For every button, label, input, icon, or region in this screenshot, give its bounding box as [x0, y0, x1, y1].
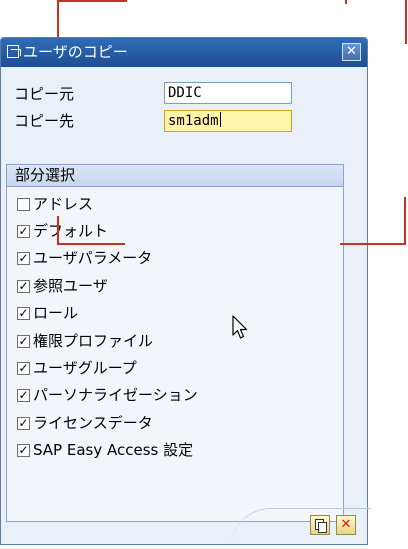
target-user-field[interactable]: sm1adm — [164, 110, 292, 132]
checkbox-label: ロール — [33, 304, 79, 322]
checkbox[interactable] — [17, 198, 30, 211]
checkbox-label: アドレス — [33, 195, 94, 213]
checkbox[interactable]: ✓ — [17, 252, 30, 265]
checkbox-label: 参照ユーザ — [33, 277, 108, 295]
checkbox[interactable]: ✓ — [17, 417, 30, 430]
target-label: コピー先 — [14, 112, 75, 130]
checkbox-label: デフォルト — [33, 222, 109, 240]
checkbox[interactable]: ✓ — [17, 362, 30, 375]
target-user-value: sm1adm — [168, 113, 219, 129]
source-user-value: DDIC — [168, 85, 202, 101]
close-icon: ✕ — [346, 44, 357, 59]
annotation-line — [404, 197, 406, 245]
source-label: コピー元 — [14, 85, 75, 103]
checkbox-label: SAP Easy Access 設定 — [33, 441, 194, 459]
annotation-line — [405, 0, 407, 44]
cancel-button[interactable]: ✕ — [336, 515, 356, 535]
copy-button[interactable] — [310, 515, 330, 535]
checkbox[interactable]: ✓ — [17, 280, 30, 293]
checkbox[interactable]: ✓ — [17, 225, 30, 238]
source-user-field[interactable]: DDIC — [164, 82, 292, 104]
annotation-line — [57, 0, 127, 2]
dialog-title: ユーザのコピー — [23, 43, 128, 61]
annotation-line — [345, 0, 347, 4]
copy-user-dialog: ユーザのコピー ✕ コピー元 DDIC コピー先 sm1adm 部分選択 アドレ… — [0, 37, 371, 545]
annotation-line — [340, 243, 406, 245]
window-icon — [7, 45, 21, 58]
copy-icon-back — [318, 522, 327, 533]
checkbox[interactable]: ✓ — [17, 335, 30, 348]
annotation-line — [57, 216, 59, 245]
title-bar[interactable]: ユーザのコピー ✕ — [1, 38, 367, 67]
text-caret — [219, 112, 221, 127]
checkbox-label: パーソナライゼーション — [33, 386, 198, 404]
checkbox[interactable]: ✓ — [17, 307, 30, 320]
checkbox-label: ユーザパラメータ — [33, 249, 153, 267]
checkbox-label: ユーザグループ — [33, 359, 137, 377]
annotation-line — [57, 243, 125, 245]
close-button[interactable]: ✕ — [342, 43, 361, 61]
checkbox-label: ライセンスデータ — [33, 414, 153, 432]
checkbox[interactable]: ✓ — [17, 444, 30, 457]
cancel-icon: ✕ — [340, 517, 352, 532]
mouse-cursor-icon — [232, 315, 248, 339]
checkbox[interactable]: ✓ — [17, 389, 30, 402]
checkbox-label: 権限プロファイル — [33, 332, 154, 350]
annotation-line — [57, 0, 59, 38]
partial-selection-header: 部分選択 — [7, 165, 343, 187]
